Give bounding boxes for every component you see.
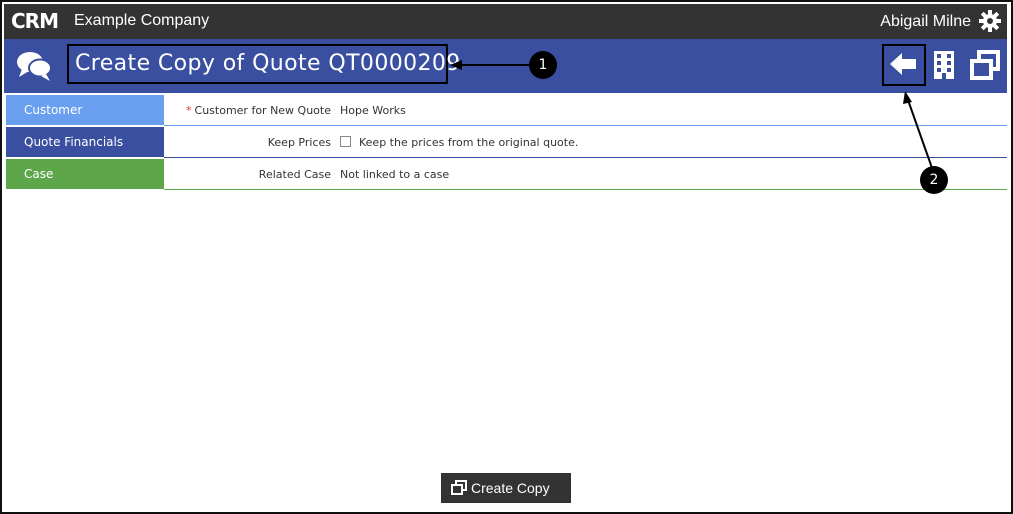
annotation-marker-2: 2 xyxy=(920,166,948,194)
annotation-arrows xyxy=(450,60,933,169)
create-copy-label: Create Copy xyxy=(471,480,550,496)
annotation-marker-1: 1 xyxy=(529,51,557,79)
create-copy-button[interactable]: Create Copy xyxy=(441,473,571,503)
copy-icon xyxy=(451,480,467,495)
